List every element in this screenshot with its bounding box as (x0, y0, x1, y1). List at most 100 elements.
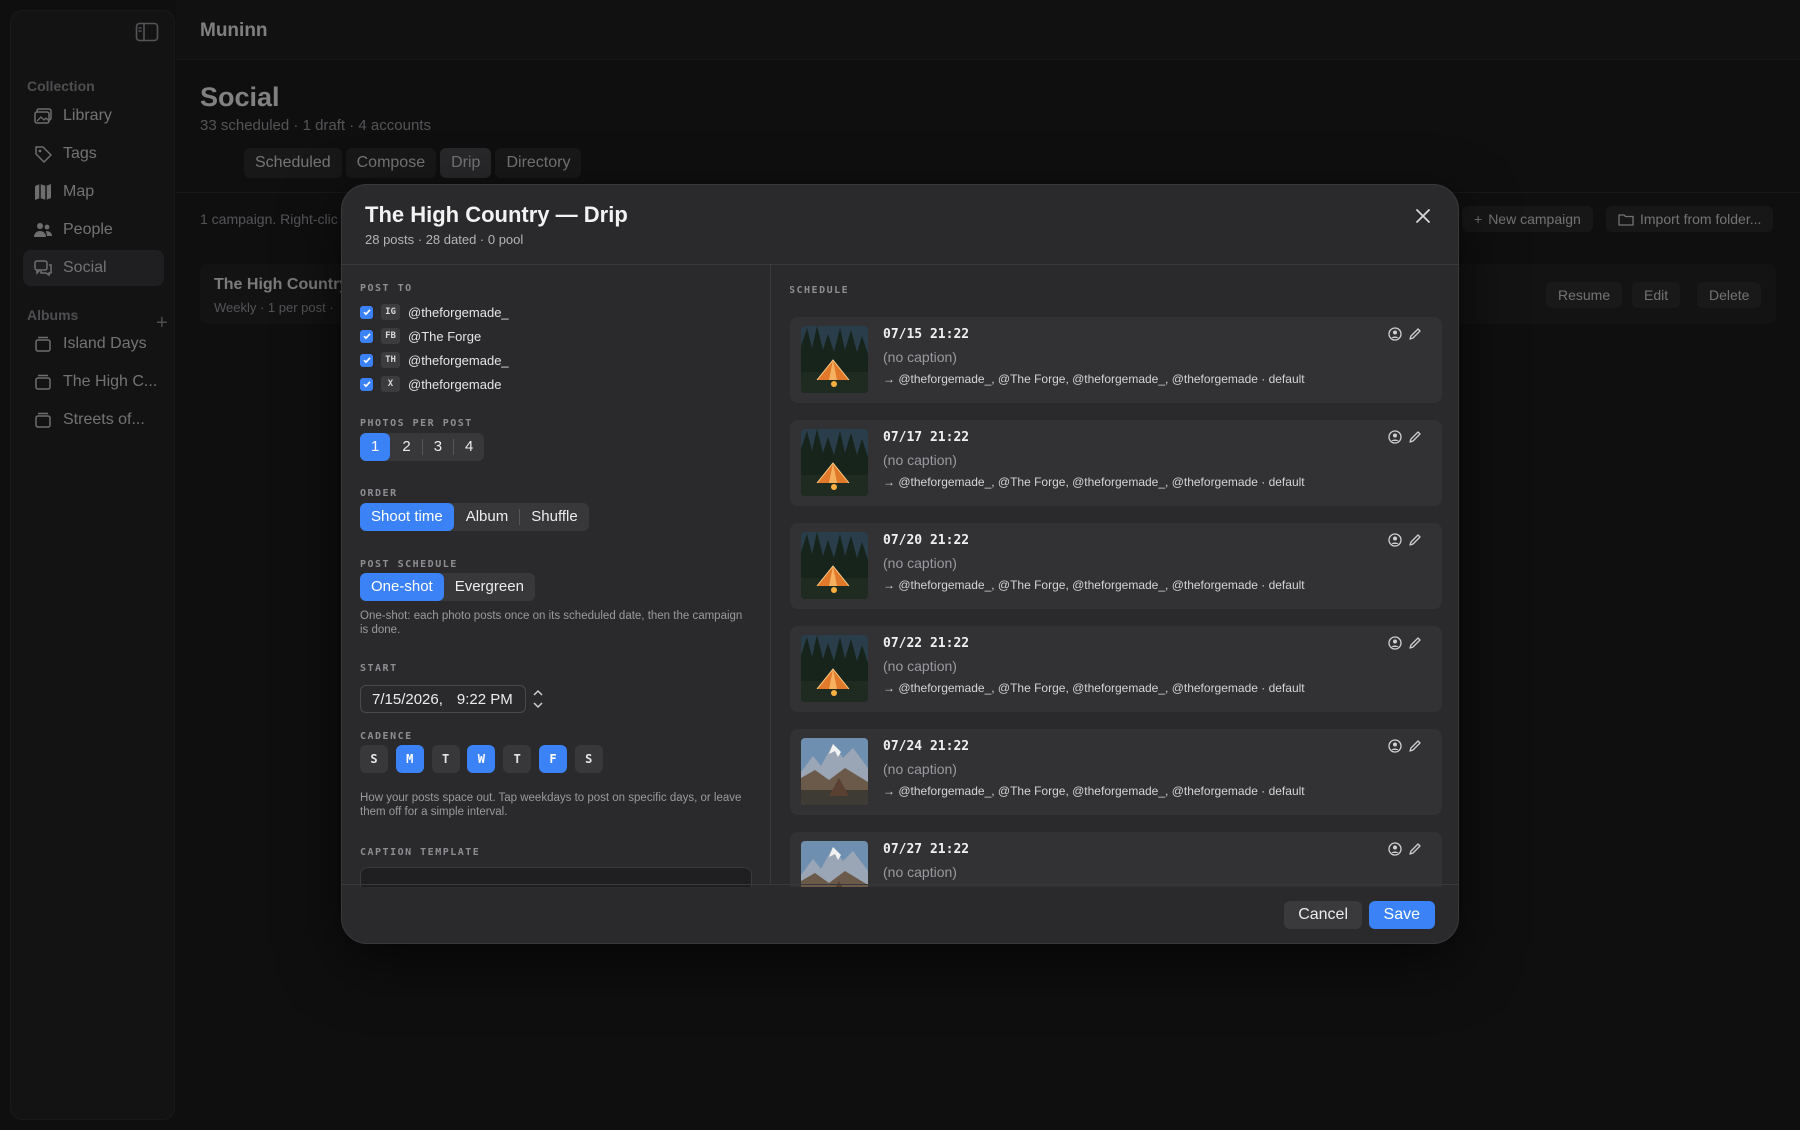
network-badge: FB (381, 328, 400, 344)
cadence-help: How your posts space out. Tap weekdays t… (360, 792, 742, 818)
segment-option[interactable]: Shuffle (520, 503, 588, 531)
post-thumbnail (801, 841, 868, 887)
order-selector: Shoot time Album Shuffle (360, 503, 589, 531)
network-badge: X (381, 376, 400, 392)
post-caption: (no caption) (883, 761, 957, 777)
person-icon[interactable] (1388, 533, 1402, 547)
person-icon[interactable] (1388, 739, 1402, 753)
network-badge: IG (381, 304, 400, 320)
start-time: 9:22 PM (456, 690, 513, 708)
check-icon (362, 381, 371, 388)
network-badge: TH (381, 352, 400, 368)
pencil-icon[interactable] (1408, 636, 1422, 650)
dialog-title: The High Country — Drip (365, 202, 628, 227)
start-date: 7/15/2026, (372, 690, 443, 708)
post-date: 07/17 21:22 (883, 430, 970, 445)
account-checkbox[interactable] (360, 377, 373, 391)
order-label: ORDER (360, 488, 398, 499)
post-targets: → @theforgemade_, @The Forge, @theforgem… (883, 578, 1305, 592)
segment-option[interactable]: 2 (391, 433, 421, 461)
person-icon[interactable] (1388, 636, 1402, 650)
account-row[interactable]: TH @theforgemade_ (360, 350, 509, 370)
segment-option[interactable]: Shoot time (360, 503, 454, 531)
person-icon[interactable] (1388, 327, 1402, 341)
post-thumbnail (801, 429, 868, 496)
scheduled-post-card[interactable]: 07/15 21:22 (no caption) → @theforgemade_,… (790, 317, 1442, 403)
account-handle: @theforgemade_ (408, 304, 509, 320)
account-checkbox[interactable] (360, 329, 373, 343)
photos-per-post-selector: 1234 (360, 433, 485, 461)
check-icon (362, 309, 371, 316)
post-date: 07/27 21:22 (883, 842, 970, 857)
close-icon[interactable] (1414, 207, 1432, 225)
pencil-icon[interactable] (1408, 533, 1422, 547)
post-caption: (no caption) (883, 349, 957, 365)
pencil-icon[interactable] (1408, 842, 1422, 856)
segment-option[interactable]: Album (455, 503, 520, 531)
scheduled-post-card[interactable]: 07/20 21:22 (no caption) → @theforgemade_,… (790, 523, 1442, 609)
account-handle: @theforgemade (408, 376, 502, 392)
cadence-day-toggle[interactable]: W (467, 745, 496, 773)
settings-panel[interactable]: POST TO IG @theforgemade_ FB @The Forge TH @t… (360, 265, 752, 887)
post-thumbnail (801, 326, 868, 393)
segment-option[interactable]: Evergreen (444, 573, 535, 601)
cadence-day-toggle[interactable]: F (539, 745, 567, 773)
post-caption: (no caption) (883, 452, 957, 468)
account-row[interactable]: X @theforgemade (360, 374, 501, 394)
account-checkbox[interactable] (360, 305, 373, 319)
cadence-day-toggle[interactable]: S (360, 745, 388, 773)
post-schedule-help: One-shot: each photo posts once on its s… (360, 610, 743, 636)
start-datetime-input[interactable]: 7/15/2026, 9:22 PM (360, 685, 526, 713)
post-schedule-selector: One-shot Evergreen (360, 573, 535, 601)
scheduled-post-card[interactable]: 07/24 21:22 (no caption) → @theforgemade_,… (790, 729, 1442, 815)
photos-per-post-label: PHOTOS PER POST (360, 418, 473, 429)
schedule-panel[interactable]: SCHEDULE 07/15 21:22 (no caption) → @thefor… (790, 265, 1442, 887)
check-icon (362, 333, 371, 340)
dialog-subtitle: 28 posts · 28 dated · 0 pool (365, 232, 524, 247)
post-targets: → @theforgemade_, @The Forge, @theforgem… (883, 784, 1305, 798)
cadence-label: CADENCE (360, 731, 413, 742)
post-date: 07/24 21:22 (883, 739, 970, 754)
post-caption: (no caption) (883, 658, 957, 674)
post-date: 07/22 21:22 (883, 636, 970, 651)
post-caption: (no caption) (883, 555, 957, 571)
post-schedule-label: POST SCHEDULE (360, 559, 458, 570)
schedule-label: SCHEDULE (790, 285, 850, 296)
caption-template-label: CAPTION TEMPLATE (360, 847, 481, 858)
account-row[interactable]: FB @The Forge (360, 326, 481, 346)
post-actions (1388, 842, 1422, 856)
cadence-day-toggle[interactable]: S (574, 745, 603, 773)
person-icon[interactable] (1388, 430, 1402, 444)
cadence-day-toggle[interactable]: M (395, 745, 424, 773)
post-caption: (no caption) (883, 864, 957, 880)
account-handle: @theforgemade_ (408, 352, 509, 368)
account-row[interactable]: IG @theforgemade_ (360, 302, 509, 322)
post-targets: → @theforgemade_, @The Forge, @theforgem… (883, 372, 1305, 386)
check-icon (362, 357, 371, 364)
cadence-day-toggle[interactable]: T (503, 745, 532, 773)
segment-option[interactable]: 4 (454, 433, 484, 461)
datetime-stepper-icon[interactable] (532, 685, 544, 713)
segment-option[interactable]: 3 (423, 433, 453, 461)
scheduled-post-card[interactable]: 07/27 21:22(no caption)→ @theforgemade_,… (790, 832, 1442, 887)
post-thumbnail (801, 635, 868, 702)
cadence-day-toggle[interactable]: T (431, 745, 460, 773)
pencil-icon[interactable] (1408, 327, 1422, 341)
scheduled-post-card[interactable]: 07/22 21:22 (no caption) → @theforgemade_,… (790, 626, 1442, 712)
person-icon[interactable] (1388, 842, 1402, 856)
account-handle: @The Forge (408, 328, 482, 344)
start-label: START (360, 663, 398, 674)
save-button[interactable]: Save (1368, 901, 1435, 929)
drip-campaign-dialog: The High Country — Drip 28 posts · 28 da… (341, 184, 1459, 944)
pencil-icon[interactable] (1408, 430, 1422, 444)
scheduled-post-card[interactable]: 07/17 21:22 (no caption) → @theforgemade_,… (790, 420, 1442, 506)
cancel-button[interactable]: Cancel (1284, 901, 1362, 929)
post-thumbnail (801, 532, 868, 599)
post-targets: → @theforgemade_, @The Forge, @theforgem… (883, 475, 1305, 489)
post-to-label: POST TO (360, 283, 413, 294)
pencil-icon[interactable] (1408, 739, 1422, 753)
segment-option[interactable]: 1 (360, 433, 391, 461)
column-divider (770, 265, 771, 885)
account-checkbox[interactable] (360, 353, 373, 367)
segment-option[interactable]: One-shot (360, 573, 444, 601)
